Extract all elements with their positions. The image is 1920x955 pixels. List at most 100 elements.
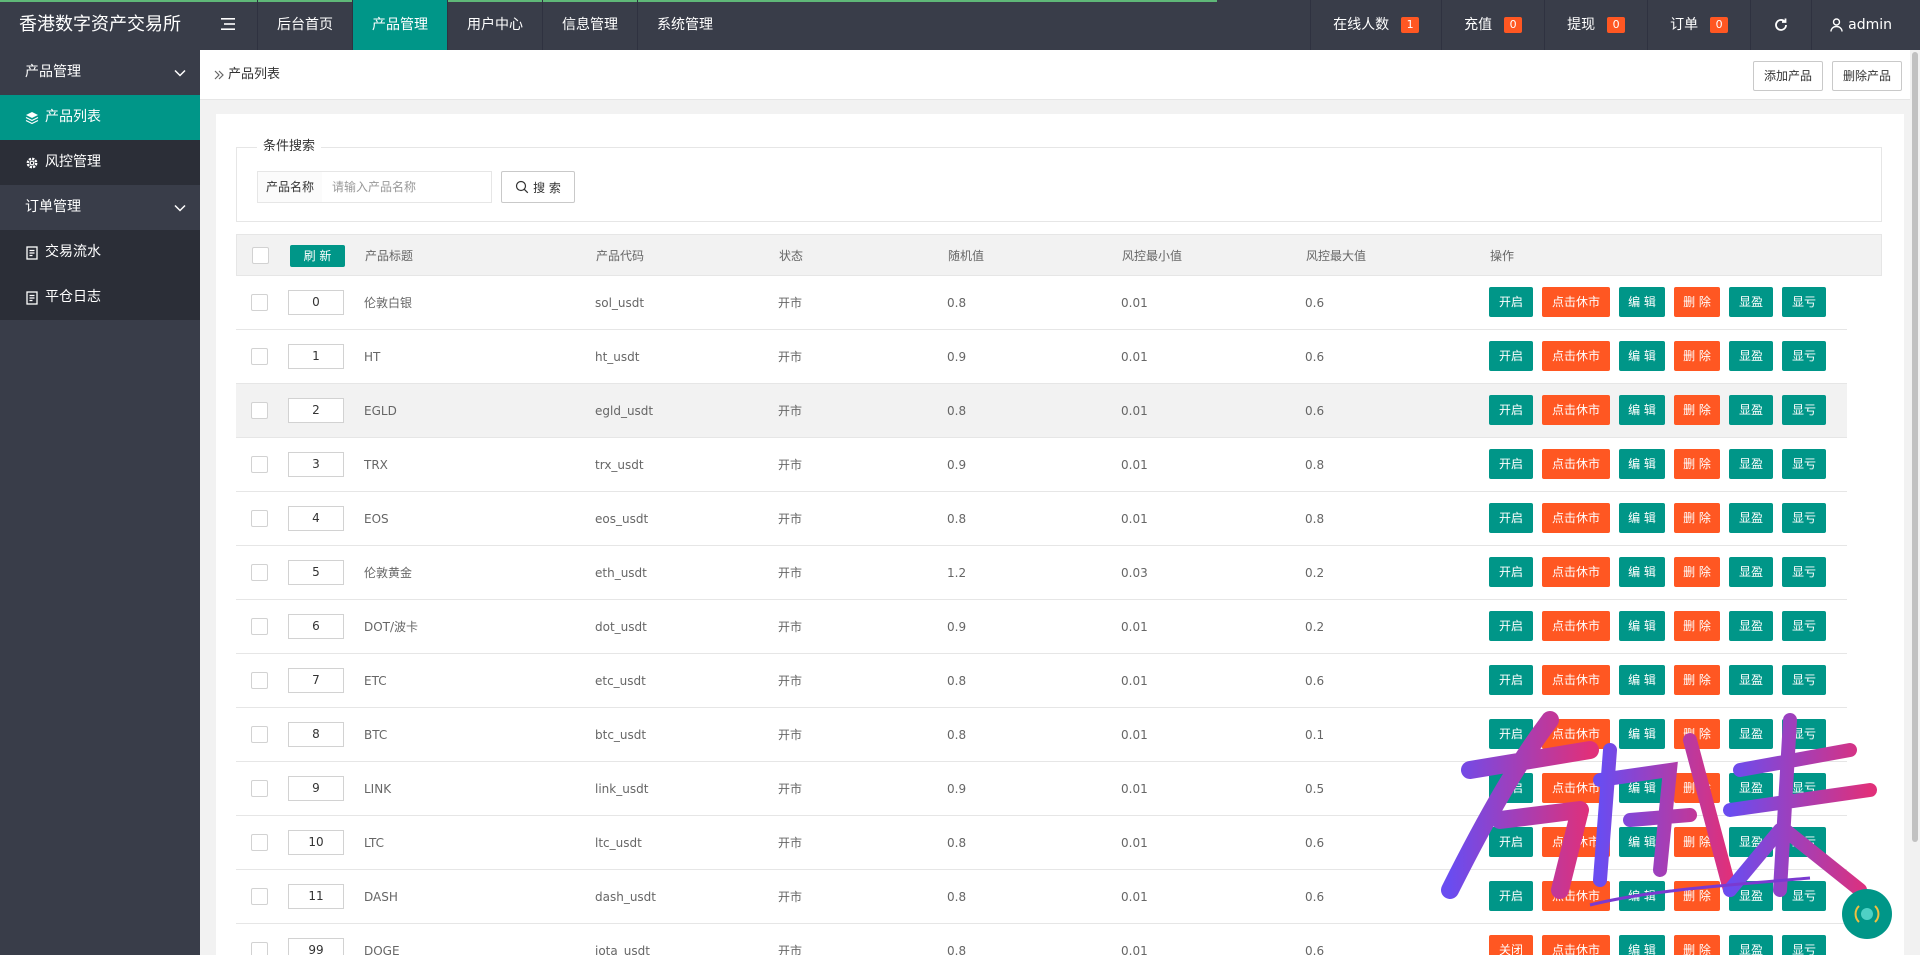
edit-button[interactable]: 编 辑 [1619,341,1665,371]
add-product-button[interactable]: 添加产品 [1753,61,1824,91]
delete-button[interactable]: 删 除 [1674,665,1720,695]
select-all-checkbox[interactable] [252,247,269,264]
row-checkbox[interactable] [251,726,268,743]
show-profit-button[interactable]: 显盈 [1729,287,1773,317]
floating-help-button[interactable] [1842,889,1892,939]
toggle-button[interactable]: 开启 [1489,341,1533,371]
refresh-sort-button[interactable]: 刷 新 [290,245,345,267]
rest-market-button[interactable]: 点击休市 [1542,935,1610,955]
toggle-button[interactable]: 开启 [1489,881,1533,911]
sort-order-input[interactable]: 3 [288,452,344,477]
delete-button[interactable]: 删 除 [1674,287,1720,317]
show-profit-button[interactable]: 显盈 [1729,773,1773,803]
edit-button[interactable]: 编 辑 [1619,773,1665,803]
show-loss-button[interactable]: 显亏 [1782,287,1826,317]
sort-order-input[interactable]: 4 [288,506,344,531]
show-loss-button[interactable]: 显亏 [1782,881,1826,911]
sort-order-input[interactable]: 0 [288,290,344,315]
edit-button[interactable]: 编 辑 [1619,935,1665,955]
row-checkbox[interactable] [251,510,268,527]
nav-info-management[interactable]: 信息管理 [542,0,637,50]
edit-button[interactable]: 编 辑 [1619,557,1665,587]
toggle-button[interactable]: 开启 [1489,773,1533,803]
sort-order-input[interactable]: 2 [288,398,344,423]
row-checkbox[interactable] [251,294,268,311]
sidebar-item-close-log[interactable]: 平仓日志 [0,275,200,320]
row-checkbox[interactable] [251,888,268,905]
rest-market-button[interactable]: 点击休市 [1542,503,1610,533]
refresh-button[interactable] [1750,0,1811,50]
withdraw-item[interactable]: 提现 0 [1544,0,1647,50]
row-checkbox[interactable] [251,618,268,635]
delete-button[interactable]: 删 除 [1674,395,1720,425]
edit-button[interactable]: 编 辑 [1619,719,1665,749]
show-profit-button[interactable]: 显盈 [1729,557,1773,587]
delete-button[interactable]: 删 除 [1674,449,1720,479]
show-loss-button[interactable]: 显亏 [1782,449,1826,479]
sidebar-item-product-list[interactable]: 产品列表 [0,95,200,140]
toggle-button[interactable]: 开启 [1489,665,1533,695]
show-loss-button[interactable]: 显亏 [1782,719,1826,749]
show-profit-button[interactable]: 显盈 [1729,395,1773,425]
rest-market-button[interactable]: 点击休市 [1542,611,1610,641]
show-loss-button[interactable]: 显亏 [1782,935,1826,955]
delete-button[interactable]: 删 除 [1674,611,1720,641]
edit-button[interactable]: 编 辑 [1619,449,1665,479]
show-profit-button[interactable]: 显盈 [1729,611,1773,641]
sort-order-input[interactable]: 8 [288,722,344,747]
sidebar-item-transactions[interactable]: 交易流水 [0,230,200,275]
show-loss-button[interactable]: 显亏 [1782,395,1826,425]
search-button[interactable]: 搜 索 [501,171,575,203]
nav-system-management[interactable]: 系统管理 [637,0,732,50]
edit-button[interactable]: 编 辑 [1619,395,1665,425]
delete-button[interactable]: 删 除 [1674,341,1720,371]
toggle-button[interactable]: 开启 [1489,395,1533,425]
show-profit-button[interactable]: 显盈 [1729,881,1773,911]
show-loss-button[interactable]: 显亏 [1782,773,1826,803]
delete-product-button[interactable]: 删除产品 [1832,61,1903,91]
row-checkbox[interactable] [251,564,268,581]
delete-button[interactable]: 删 除 [1674,773,1720,803]
rest-market-button[interactable]: 点击休市 [1542,557,1610,587]
delete-button[interactable]: 删 除 [1674,935,1720,955]
sidebar-group-product[interactable]: 产品管理 [0,50,200,95]
show-profit-button[interactable]: 显盈 [1729,827,1773,857]
delete-button[interactable]: 删 除 [1674,503,1720,533]
toggle-button[interactable]: 开启 [1489,557,1533,587]
rest-market-button[interactable]: 点击休市 [1542,773,1610,803]
sort-order-input[interactable]: 5 [288,560,344,585]
user-menu[interactable]: admin [1811,0,1920,50]
sort-order-input[interactable]: 10 [288,830,344,855]
row-checkbox[interactable] [251,456,268,473]
row-checkbox[interactable] [251,834,268,851]
show-loss-button[interactable]: 显亏 [1782,557,1826,587]
rest-market-button[interactable]: 点击休市 [1542,881,1610,911]
delete-button[interactable]: 删 除 [1674,827,1720,857]
nav-home[interactable]: 后台首页 [257,0,352,50]
toggle-button[interactable]: 关闭 [1489,935,1533,955]
show-loss-button[interactable]: 显亏 [1782,503,1826,533]
row-checkbox[interactable] [251,672,268,689]
nav-product-management[interactable]: 产品管理 [352,0,447,50]
recharge-item[interactable]: 充值 0 [1441,0,1544,50]
show-loss-button[interactable]: 显亏 [1782,827,1826,857]
edit-button[interactable]: 编 辑 [1619,881,1665,911]
edit-button[interactable]: 编 辑 [1619,665,1665,695]
page-scrollbar-thumb[interactable] [1912,52,1918,842]
menu-toggle-icon[interactable] [200,0,255,50]
edit-button[interactable]: 编 辑 [1619,611,1665,641]
toggle-button[interactable]: 开启 [1489,827,1533,857]
sort-order-input[interactable]: 99 [288,938,344,955]
row-checkbox[interactable] [251,348,268,365]
toggle-button[interactable]: 开启 [1489,503,1533,533]
delete-button[interactable]: 删 除 [1674,557,1720,587]
rest-market-button[interactable]: 点击休市 [1542,719,1610,749]
delete-button[interactable]: 删 除 [1674,719,1720,749]
row-checkbox[interactable] [251,780,268,797]
edit-button[interactable]: 编 辑 [1619,287,1665,317]
show-profit-button[interactable]: 显盈 [1729,935,1773,955]
sort-order-input[interactable]: 6 [288,614,344,639]
show-loss-button[interactable]: 显亏 [1782,611,1826,641]
row-checkbox[interactable] [251,942,268,955]
toggle-button[interactable]: 开启 [1489,287,1533,317]
